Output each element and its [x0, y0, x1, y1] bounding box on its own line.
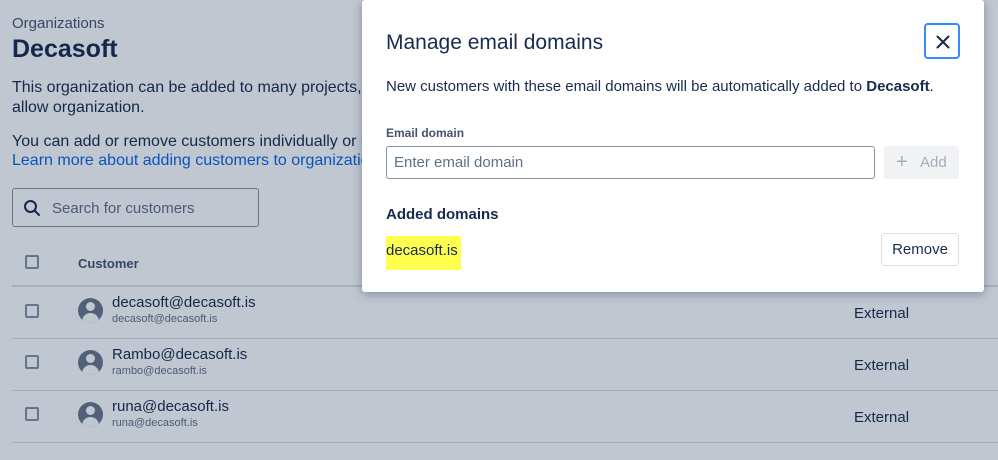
domain-name: decasoft.is	[386, 242, 458, 259]
added-domains-heading: Added domains	[386, 206, 499, 223]
add-label: Add	[920, 154, 947, 171]
manage-email-domains-dialog: Manage email domains New customers with …	[362, 0, 984, 292]
add-domain-button[interactable]: + Add	[884, 146, 959, 179]
plus-icon: +	[896, 151, 908, 173]
email-domain-field[interactable]	[386, 146, 875, 179]
close-button[interactable]	[924, 23, 960, 59]
domain-item: decasoft.is	[386, 236, 461, 270]
organization-name: Decasoft	[866, 78, 930, 95]
email-domain-input[interactable]	[387, 147, 874, 178]
email-domain-label: Email domain	[386, 126, 465, 140]
dialog-title: Manage email domains	[386, 31, 604, 54]
dialog-description-end: .	[929, 78, 934, 95]
dialog-description-text: New customers with these email domains w…	[386, 78, 867, 95]
dialog-description: New customers with these email domains w…	[386, 78, 934, 95]
remove-domain-button[interactable]: Remove	[881, 233, 959, 266]
